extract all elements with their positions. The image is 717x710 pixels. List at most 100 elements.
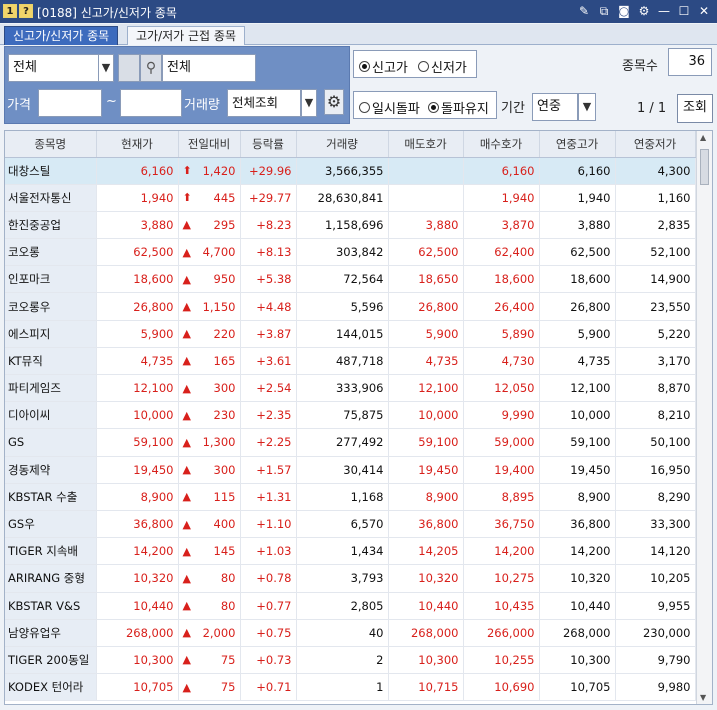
cell-bid: 10,275: [463, 564, 540, 593]
header-ask[interactable]: 매도호가: [388, 131, 464, 158]
cell-name[interactable]: 서울전자통신: [5, 184, 97, 212]
close-icon[interactable]: ✕: [697, 3, 711, 19]
cell-volume: 144,015: [296, 320, 389, 348]
cell-name[interactable]: GS: [5, 428, 97, 457]
cell-price: 36,800: [96, 510, 179, 539]
table-row[interactable]: ARIRANG 중형 10,320 ▲ 80 +0.78 3,793 10,320 10,27…: [5, 564, 696, 593]
price-from-input[interactable]: [38, 89, 102, 117]
tab-near-high-low[interactable]: 고가/저가 근접 종목: [127, 26, 245, 45]
scrollbar-thumb[interactable]: [700, 149, 709, 185]
maximize-icon[interactable]: ☐: [677, 3, 691, 19]
cell-ask: [388, 184, 464, 212]
table-row[interactable]: 한진중공업 3,880 ▲ 295 +8.23 1,158,696 3,880 3,870 3,…: [5, 211, 696, 240]
table-row[interactable]: 에스피지 5,900 ▲ 220 +3.87 144,015 5,900 5,890 5,900…: [5, 320, 696, 348]
cell-name[interactable]: GS우: [5, 510, 97, 539]
link-icon[interactable]: ⧉: [597, 3, 611, 19]
radio-new-high[interactable]: 신고가: [359, 57, 408, 76]
table-row[interactable]: GS 59,100 ▲ 1,300 +2.25 277,492 59,100 59,000 59…: [5, 428, 696, 457]
cell-rate: +1.31: [240, 483, 297, 511]
search-input[interactable]: 전체: [162, 54, 256, 82]
scroll-up-icon[interactable]: ▲: [700, 133, 706, 142]
header-change[interactable]: 전일대비: [178, 131, 241, 158]
cell-price: 19,450: [96, 456, 179, 484]
gear-icon[interactable]: ⚙: [637, 3, 651, 19]
cell-name[interactable]: 파티게임즈: [5, 374, 97, 403]
vertical-scrollbar[interactable]: ▲ ▼: [696, 131, 712, 704]
table-row[interactable]: 코오롱 62,500 ▲ 4,700 +8.13 303,842 62,500 62,400 6…: [5, 238, 696, 267]
table-row[interactable]: KT뮤직 4,735 ▲ 165 +3.61 487,718 4,735 4,730 4,735…: [5, 347, 696, 376]
cell-name[interactable]: 인포마크: [5, 265, 97, 294]
header-year-high[interactable]: 연중고가: [539, 131, 616, 158]
cell-year-low: 33,300: [615, 510, 696, 539]
table-row[interactable]: 경동제약 19,450 ▲ 300 +1.57 30,414 19,450 19,400 19,…: [5, 456, 696, 484]
window-controls: ✎ ⧉ ◙ ⚙ — ☐ ✕: [577, 3, 711, 19]
table-row[interactable]: GS우 36,800 ▲ 400 +1.10 6,570 36,800 36,750 36,80…: [5, 510, 696, 539]
table-row[interactable]: 서울전자통신 1,940 ⬆ 445 +29.77 28,630,841 1,940 1,94…: [5, 184, 696, 212]
table-row[interactable]: 대창스틸 6,160 ⬆ 1,420 +29.96 3,566,355 6,160 6,160…: [5, 157, 696, 185]
table-row[interactable]: KODEX 턴어라 10,705 ▲ 75 +0.71 1 10,715 10,690 10,7…: [5, 673, 696, 702]
code-search-button[interactable]: [118, 54, 140, 82]
table-row[interactable]: 코오롱우 26,800 ▲ 1,150 +4.48 5,596 26,800 26,400 26…: [5, 292, 696, 321]
table-row[interactable]: TIGER 200동일 10,300 ▲ 75 +0.73 2 10,300 10,255 10…: [5, 646, 696, 675]
up-arrow-icon: ⬆: [182, 191, 192, 205]
cell-name[interactable]: 코오롱우: [5, 292, 97, 321]
cell-name[interactable]: 코오롱: [5, 238, 97, 267]
header-year-low[interactable]: 연중저가: [615, 131, 696, 158]
camera-icon[interactable]: ◙: [617, 3, 631, 19]
radio-temp-breakout[interactable]: 일시돌파: [359, 98, 420, 117]
cell-name[interactable]: TIGER 200동일: [5, 646, 97, 675]
header-volume[interactable]: 거래량: [296, 131, 389, 158]
cell-year-low: 23,550: [615, 292, 696, 321]
scroll-down-icon[interactable]: ▼: [700, 693, 706, 702]
table-row[interactable]: KBSTAR 수출 8,900 ▲ 115 +1.31 1,168 8,900 8,895 8,…: [5, 483, 696, 511]
cell-name[interactable]: KBSTAR V&S: [5, 592, 97, 620]
cell-name[interactable]: TIGER 지속배: [5, 537, 97, 566]
chevron-down-icon[interactable]: ▼: [578, 93, 596, 121]
cell-price: 6,160: [96, 157, 179, 185]
table-row[interactable]: 파티게임즈 12,100 ▲ 300 +2.54 333,906 12,100 12,050 1…: [5, 374, 696, 403]
radio-keep-breakout[interactable]: 돌파유지: [428, 98, 489, 117]
volume-select[interactable]: 전체조회: [227, 89, 301, 117]
cell-volume: 277,492: [296, 428, 389, 457]
header-bid[interactable]: 매수호가: [463, 131, 540, 158]
chevron-down-icon[interactable]: ▼: [301, 89, 317, 117]
help-badge[interactable]: ?: [19, 4, 33, 18]
table-row[interactable]: 인포마크 18,600 ▲ 950 +5.38 72,564 18,650 18,600 18,…: [5, 265, 696, 294]
screen-number-badge[interactable]: 1: [3, 4, 17, 18]
up-arrow-icon: ▲: [182, 218, 191, 232]
cell-name[interactable]: 남양유업우: [5, 619, 97, 647]
cell-ask: 14,205: [388, 537, 464, 566]
search-button[interactable]: 조회: [677, 94, 713, 123]
change-value: 300: [213, 381, 236, 396]
table-row[interactable]: KBSTAR V&S 10,440 ▲ 80 +0.77 2,805 10,440 10,43…: [5, 592, 696, 620]
price-to-input[interactable]: [120, 89, 182, 117]
header-rate[interactable]: 등락률: [240, 131, 297, 158]
cell-bid: 10,255: [463, 646, 540, 675]
search-icon[interactable]: ⚲: [140, 54, 162, 82]
up-arrow-icon: ▲: [182, 653, 191, 667]
table-row[interactable]: 남양유업우 268,000 ▲ 2,000 +0.75 40 268,000 266,000 2…: [5, 619, 696, 647]
tab-new-high-low[interactable]: 신고가/신저가 종목: [4, 26, 119, 45]
table-row[interactable]: TIGER 지속배 14,200 ▲ 145 +1.03 1,434 14,205 14,20…: [5, 537, 696, 566]
market-select[interactable]: 전체: [8, 54, 100, 82]
gear-icon[interactable]: ⚙: [324, 89, 344, 115]
change-value: 115: [213, 489, 236, 504]
memo-icon[interactable]: ✎: [577, 3, 591, 19]
chevron-down-icon[interactable]: ▼: [98, 54, 114, 82]
cell-name[interactable]: ARIRANG 중형: [5, 564, 97, 593]
table-row[interactable]: 디아이씨 10,000 ▲ 230 +2.35 75,875 10,000 9,990 10,0…: [5, 401, 696, 430]
cell-name[interactable]: KODEX 턴어라: [5, 673, 97, 702]
cell-name[interactable]: 대창스틸: [5, 157, 97, 185]
minimize-icon[interactable]: —: [657, 3, 671, 19]
cell-rate: +2.25: [240, 428, 297, 457]
cell-name[interactable]: KT뮤직: [5, 347, 97, 376]
cell-name[interactable]: 에스피지: [5, 320, 97, 348]
header-price[interactable]: 현재가: [96, 131, 179, 158]
cell-name[interactable]: 한진중공업: [5, 211, 97, 240]
period-select[interactable]: 연중: [532, 93, 578, 121]
radio-new-low[interactable]: 신저가: [418, 57, 467, 76]
cell-name[interactable]: 경동제약: [5, 456, 97, 484]
cell-name[interactable]: KBSTAR 수출: [5, 483, 97, 511]
cell-name[interactable]: 디아이씨: [5, 401, 97, 430]
header-name[interactable]: 종목명: [5, 131, 97, 158]
